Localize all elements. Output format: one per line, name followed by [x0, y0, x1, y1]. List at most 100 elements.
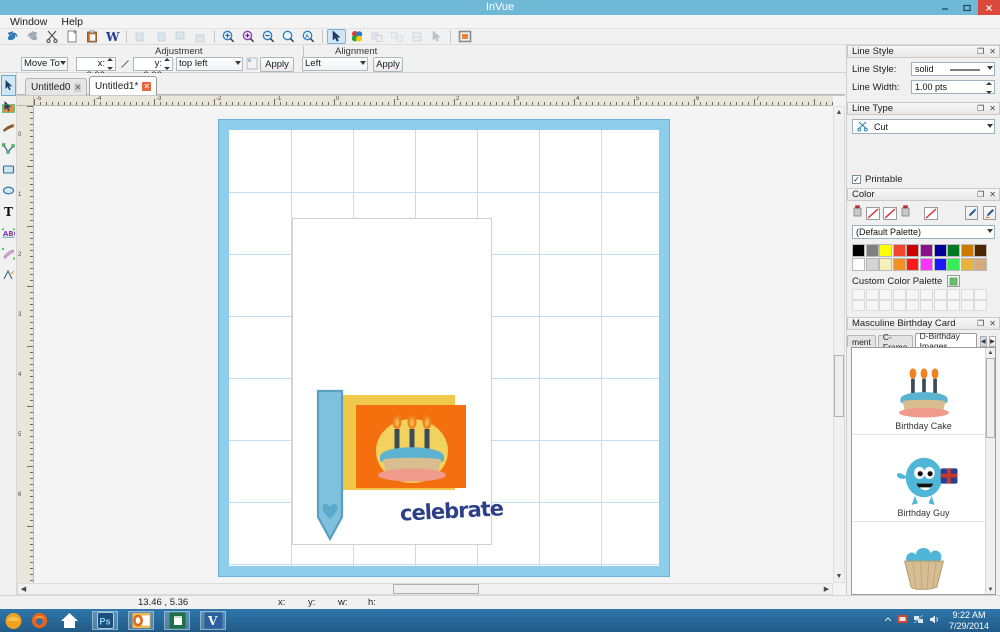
cut-icon[interactable] [43, 29, 62, 44]
alignment-apply-button[interactable]: Apply [373, 57, 403, 72]
close-icon[interactable]: ✕ [989, 47, 996, 56]
fill-none-icon[interactable] [866, 206, 880, 220]
float-icon[interactable]: ❐ [977, 190, 984, 199]
color-swatch-7[interactable] [947, 244, 961, 257]
x-value-input[interactable]: x: 0.00 [76, 57, 116, 81]
anchor-preview-icon[interactable] [246, 57, 258, 73]
color-swatch-8[interactable] [960, 244, 974, 257]
group-icon[interactable] [367, 29, 386, 44]
select-tool-icon[interactable] [327, 29, 346, 44]
color-swatch-1[interactable] [865, 258, 879, 271]
align-mode-select[interactable]: Left [302, 57, 368, 71]
custom-color-slot-13[interactable] [892, 300, 906, 311]
weld-icon[interactable]: W [103, 29, 122, 44]
cutting-mat[interactable]: celebrate [218, 119, 670, 577]
node-select-icon[interactable] [427, 29, 446, 44]
select-tool[interactable] [0, 75, 16, 96]
float-icon[interactable]: ❐ [977, 319, 984, 328]
custom-color-slot-19[interactable] [974, 300, 988, 311]
ellipse-tool[interactable] [1, 180, 16, 201]
library-item-list[interactable]: Birthday Cake Birthday Guy ▲ ▼ [851, 347, 996, 595]
close-icon[interactable]: ✕ [142, 81, 151, 91]
security-icon[interactable] [897, 614, 908, 628]
document-tab-untitled0[interactable]: Untitled0 ✕ [25, 78, 87, 95]
custom-color-slot-6[interactable] [933, 289, 947, 300]
paste-icon[interactable] [83, 29, 102, 44]
card-page[interactable]: celebrate [292, 218, 504, 545]
list-item[interactable]: Cupcake [852, 522, 995, 594]
close-button[interactable] [978, 0, 1000, 15]
stroke-none-icon[interactable] [883, 206, 897, 220]
library-tab-ment[interactable]: ment [847, 335, 876, 347]
zoom-fit-icon[interactable] [279, 29, 298, 44]
color-swatch-5[interactable] [919, 244, 933, 257]
attach-icon[interactable] [407, 29, 426, 44]
scroll-left-arrow[interactable]: ◀ [18, 584, 29, 594]
custom-color-slot-0[interactable] [852, 289, 865, 300]
path-tool[interactable] [1, 138, 16, 159]
taskbar-start-icon[interactable] [0, 611, 26, 630]
shape-select-tool[interactable] [1, 96, 16, 117]
horizontal-scroll-thumb[interactable] [393, 584, 479, 594]
custom-color-slot-15[interactable] [919, 300, 933, 311]
library-tab-c-frame[interactable]: C-Frame [877, 332, 913, 352]
taskbar-invue-icon[interactable]: V [200, 611, 226, 630]
color-swatch-3[interactable] [892, 244, 906, 257]
anchor-select[interactable]: top left [176, 57, 243, 71]
stroke-color-icon[interactable] [900, 205, 911, 221]
volume-icon[interactable] [929, 614, 940, 628]
custom-color-slot-9[interactable] [974, 289, 988, 300]
close-icon[interactable]: ✕ [989, 104, 996, 113]
move-mode-select[interactable]: Move To [21, 57, 68, 71]
menu-item-window[interactable]: Window [3, 15, 54, 29]
taskbar-clock[interactable]: 9:22 AM 7/29/2014 [943, 610, 995, 631]
y-value-input[interactable]: y: 0.00 [133, 57, 173, 81]
line-width-input[interactable]: 1.00 pts [911, 80, 995, 94]
library-vertical-scrollbar[interactable]: ▲ ▼ [985, 348, 995, 594]
color-swatch-4[interactable] [906, 244, 920, 257]
mat-icon[interactable] [455, 29, 474, 44]
zoom-actual-icon[interactable]: A [299, 29, 318, 44]
custom-color-slot-11[interactable] [865, 300, 879, 311]
link-ratio-icon[interactable] [120, 59, 130, 72]
line-width-stepper[interactable] [985, 82, 993, 94]
custom-color-slot-3[interactable] [892, 289, 906, 300]
scroll-right-arrow[interactable]: ▶ [821, 584, 832, 594]
color-swatch-9[interactable] [974, 244, 988, 257]
line-type-select[interactable]: Cut [852, 119, 995, 134]
eyedropper-icon[interactable] [965, 206, 978, 220]
align-right-icon[interactable] [151, 29, 170, 44]
color-swatch-4[interactable] [906, 258, 920, 271]
taskbar-firefox-icon[interactable] [26, 611, 52, 630]
color-swatch-8[interactable] [960, 258, 974, 271]
freehand-tool[interactable] [1, 243, 16, 264]
y-stepper[interactable] [163, 58, 171, 70]
maximize-button[interactable] [956, 0, 978, 15]
align-left-icon[interactable] [131, 29, 150, 44]
custom-color-slot-17[interactable] [947, 300, 961, 311]
printable-checkbox[interactable]: ✓ Printable [852, 174, 995, 185]
custom-color-slot-12[interactable] [879, 300, 893, 311]
color-palette-icon[interactable] [347, 29, 366, 44]
scroll-down-arrow[interactable]: ▼ [986, 585, 995, 594]
birthday-cake-artwork[interactable] [370, 411, 454, 483]
swap-none-icon[interactable] [924, 206, 938, 220]
color-swatch-0[interactable] [852, 244, 865, 257]
text-path-tool[interactable]: ABC [1, 222, 16, 243]
zoom-in-icon[interactable] [219, 29, 238, 44]
list-item[interactable]: Birthday Guy [852, 435, 995, 522]
zoom-out-icon[interactable] [259, 29, 278, 44]
float-icon[interactable]: ❐ [977, 104, 984, 113]
color-swatch-6[interactable] [933, 258, 947, 271]
celebrate-text[interactable]: celebrate [399, 496, 503, 525]
undo-icon[interactable] [3, 29, 22, 44]
list-item[interactable]: Birthday Cake [852, 348, 995, 435]
custom-color-slot-5[interactable] [919, 289, 933, 300]
card-artwork[interactable]: celebrate [294, 389, 504, 544]
taskbar-photoshop-icon[interactable]: Ps [92, 611, 118, 630]
x-stepper[interactable] [106, 58, 114, 70]
canvas-vertical-scrollbar[interactable]: ▲ ▼ [833, 106, 845, 583]
adjustment-apply-button[interactable]: Apply [260, 57, 294, 72]
scroll-up-arrow[interactable]: ▲ [986, 348, 995, 357]
rectangle-tool[interactable] [1, 159, 16, 180]
